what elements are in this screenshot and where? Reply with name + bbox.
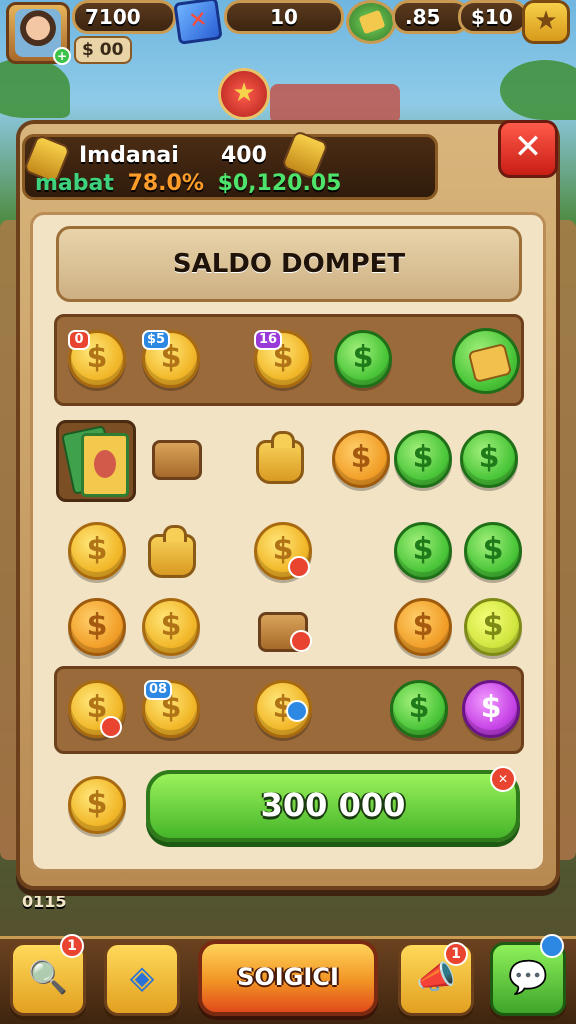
- header-number: 400: [221, 143, 267, 168]
- coin-badge-round: [286, 700, 308, 722]
- header-sub-amount: $0,120.05: [217, 171, 342, 196]
- star-icon[interactable]: ★: [522, 0, 570, 44]
- coin-badge: $5: [142, 330, 171, 350]
- coin-badge: 16: [254, 330, 283, 350]
- scene-star-badge-icon[interactable]: ★: [218, 68, 270, 120]
- dollar-coin-icon[interactable]: $: [394, 430, 452, 488]
- header-stats: mabat 78.0% $0,120.05: [35, 171, 341, 196]
- dollar-coin-icon[interactable]: $: [394, 522, 452, 580]
- wallet-icon[interactable]: [152, 440, 202, 480]
- money-bag-icon[interactable]: [256, 431, 304, 484]
- dollar-coin-icon[interactable]: $: [334, 330, 392, 388]
- money-card-front: [81, 433, 129, 497]
- dollar-coin-icon[interactable]: $: [142, 598, 200, 656]
- search-icon: 🔍: [28, 958, 68, 996]
- avatar-plus-icon[interactable]: +: [53, 47, 71, 65]
- close-button[interactable]: ✕: [498, 120, 558, 178]
- map-button[interactable]: ◈: [104, 942, 180, 1016]
- dollar-coin-icon[interactable]: $: [394, 598, 452, 656]
- coins-counter: 7100: [72, 0, 176, 34]
- gem-icon[interactable]: [173, 0, 223, 45]
- avatar[interactable]: +: [6, 2, 71, 65]
- side-text-left-bottom: 0115: [22, 892, 67, 911]
- cash-counter-value: $10: [471, 5, 513, 29]
- panel-title: SALDO DOMPET: [56, 226, 522, 302]
- map-icon: ◈: [129, 958, 155, 996]
- close-icon: ✕: [513, 127, 543, 167]
- header-sub-percent: 78.0%: [127, 171, 204, 196]
- dollar-coin-icon[interactable]: $: [464, 522, 522, 580]
- amount-close-icon[interactable]: ✕: [490, 766, 516, 792]
- dollar-coin-icon[interactable]: $: [390, 680, 448, 738]
- coin-badge-round: [288, 556, 310, 578]
- coin-badge-round: [290, 630, 312, 652]
- main-action-button[interactable]: SOIGICI: [198, 940, 378, 1016]
- coin-badge: 0: [68, 330, 90, 350]
- dollar-coin-icon[interactable]: $: [332, 430, 390, 488]
- search-notification: 1: [60, 934, 84, 958]
- level-counter: 10: [224, 0, 344, 34]
- cart-icon[interactable]: [346, 0, 396, 44]
- money-counter-value: .85: [405, 5, 441, 29]
- dollar-coin-icon[interactable]: $: [68, 522, 126, 580]
- top-hud: + 7100 $ 00 10 .85 $10 ★: [0, 0, 576, 70]
- header-title: Imdanai: [79, 143, 179, 168]
- wallet-icon[interactable]: [452, 328, 520, 394]
- small-balance: $ 00: [74, 36, 132, 64]
- dollar-coin-icon[interactable]: $: [464, 598, 522, 656]
- panel-header: Imdanai 400 mabat 78.0% $0,120.05: [22, 129, 438, 200]
- cash-counter: $10: [458, 0, 528, 34]
- chat-icon: 💬: [508, 958, 548, 996]
- money-bag-icon[interactable]: [148, 525, 196, 578]
- dollar-coin-icon[interactable]: $: [460, 430, 518, 488]
- level-counter-value: 10: [270, 5, 298, 29]
- small-balance-value: $ 00: [82, 40, 124, 60]
- megaphone-notification: 1: [444, 942, 468, 966]
- money-cards-icon[interactable]: [56, 420, 136, 502]
- amount-button[interactable]: 300 000: [146, 770, 520, 842]
- dollar-coin-icon[interactable]: $: [68, 598, 126, 656]
- dollar-coin-icon[interactable]: $: [68, 776, 126, 834]
- coin-badge-round: [100, 716, 122, 738]
- dollar-coin-icon[interactable]: $: [462, 680, 520, 738]
- header-sub-label: mabat: [35, 171, 114, 196]
- background-roof: [270, 84, 400, 124]
- chat-notification: [540, 934, 564, 958]
- coins-counter-value: 7100: [85, 5, 141, 29]
- coin-badge: 08: [144, 680, 173, 700]
